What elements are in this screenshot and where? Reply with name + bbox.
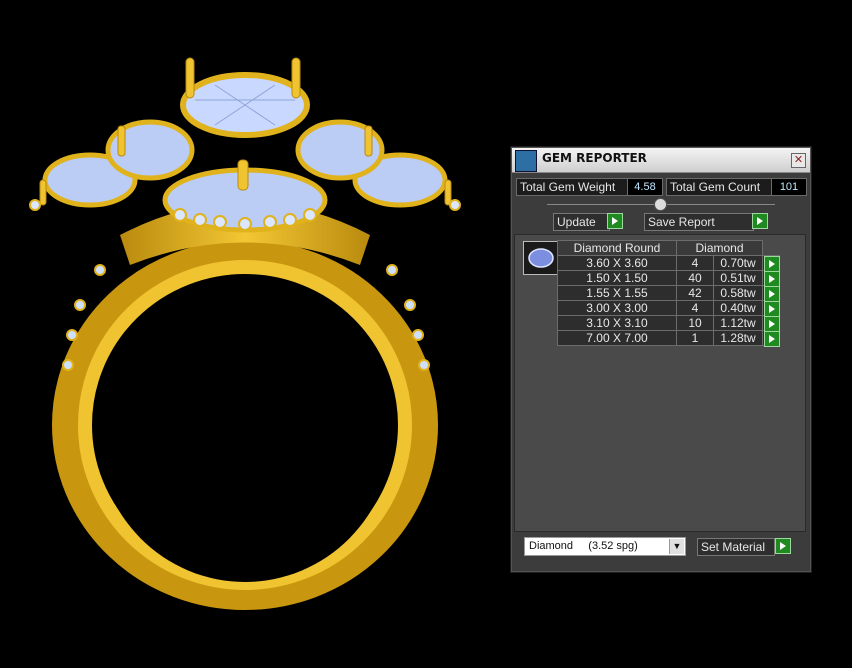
material-dropdown[interactable]: Diamond (3.52 spg) ▼	[524, 537, 686, 556]
total-gem-weight-label: Total Gem Weight	[516, 178, 629, 196]
table-row[interactable]: 3.60 X 3.60 4 0.70tw	[557, 255, 780, 272]
save-report-button[interactable]: Save Report	[644, 213, 754, 231]
gem-weight: 1.12tw	[713, 315, 763, 331]
set-material-button[interactable]: Set Material	[697, 538, 775, 556]
total-gem-count-value: 101	[771, 178, 807, 196]
gem-size: 7.00 X 7.00	[557, 330, 677, 346]
column-header-shape: Diamond Round	[557, 240, 677, 256]
row-action	[762, 270, 780, 287]
table-row[interactable]: 3.00 X 3.00 4 0.40tw	[557, 300, 780, 317]
play-arrow-icon[interactable]	[764, 331, 780, 347]
splitter-handle[interactable]	[654, 198, 667, 211]
set-material-play-arrow-icon[interactable]	[775, 538, 791, 554]
row-action	[762, 300, 780, 317]
gem-reporter-panel: GEM REPORTER ✕ Total Gem Weight 4.58 Tot…	[510, 146, 812, 573]
gem-size: 1.55 X 1.55	[557, 285, 677, 301]
panel-titlebar[interactable]: GEM REPORTER ✕	[512, 148, 810, 173]
gem-reporter-icon	[515, 150, 537, 172]
gem-thumbnail-icon[interactable]	[523, 241, 559, 275]
gem-count: 4	[676, 255, 714, 271]
gem-list-area: Diamond Round Diamond 3.60 X 3.60 4 0.70…	[514, 234, 806, 532]
total-gem-count-label: Total Gem Count	[666, 178, 772, 196]
gem-count: 1	[676, 330, 714, 346]
gem-weight: 0.51tw	[713, 270, 763, 286]
row-action	[762, 330, 780, 347]
table-row[interactable]: 7.00 X 7.00 1 1.28tw	[557, 330, 780, 347]
row-action	[762, 285, 780, 302]
gem-size: 3.60 X 3.60	[557, 255, 677, 271]
panel-title: GEM REPORTER	[542, 151, 647, 165]
gem-count: 40	[676, 270, 714, 286]
update-button[interactable]: Update	[553, 213, 610, 231]
table-row[interactable]: 1.55 X 1.55 42 0.58tw	[557, 285, 780, 302]
gem-count: 42	[676, 285, 714, 301]
gem-weight: 0.40tw	[713, 300, 763, 316]
table-row[interactable]: 3.10 X 3.10 10 1.12tw	[557, 315, 780, 332]
gem-weight: 0.58tw	[713, 285, 763, 301]
column-header-spacer	[763, 241, 780, 256]
update-play-arrow-icon[interactable]	[607, 213, 623, 229]
gem-count: 4	[676, 300, 714, 316]
material-value: Diamond (3.52 spg)	[529, 540, 638, 552]
total-gem-weight-value: 4.58	[627, 178, 663, 196]
close-icon[interactable]: ✕	[791, 153, 806, 168]
save-report-play-arrow-icon[interactable]	[752, 213, 768, 229]
column-header-material: Diamond	[676, 240, 763, 256]
gem-count: 10	[676, 315, 714, 331]
gem-weight: 0.70tw	[713, 255, 763, 271]
row-action	[762, 255, 780, 272]
gem-table-header: Diamond Round Diamond	[557, 240, 780, 256]
gem-table: Diamond Round Diamond 3.60 X 3.60 4 0.70…	[557, 240, 780, 347]
row-action	[762, 315, 780, 332]
gem-size: 1.50 X 1.50	[557, 270, 677, 286]
gem-size: 3.00 X 3.00	[557, 300, 677, 316]
dropdown-arrow-icon[interactable]: ▼	[669, 539, 684, 554]
gem-weight: 1.28tw	[713, 330, 763, 346]
table-row[interactable]: 1.50 X 1.50 40 0.51tw	[557, 270, 780, 287]
gem-size: 3.10 X 3.10	[557, 315, 677, 331]
